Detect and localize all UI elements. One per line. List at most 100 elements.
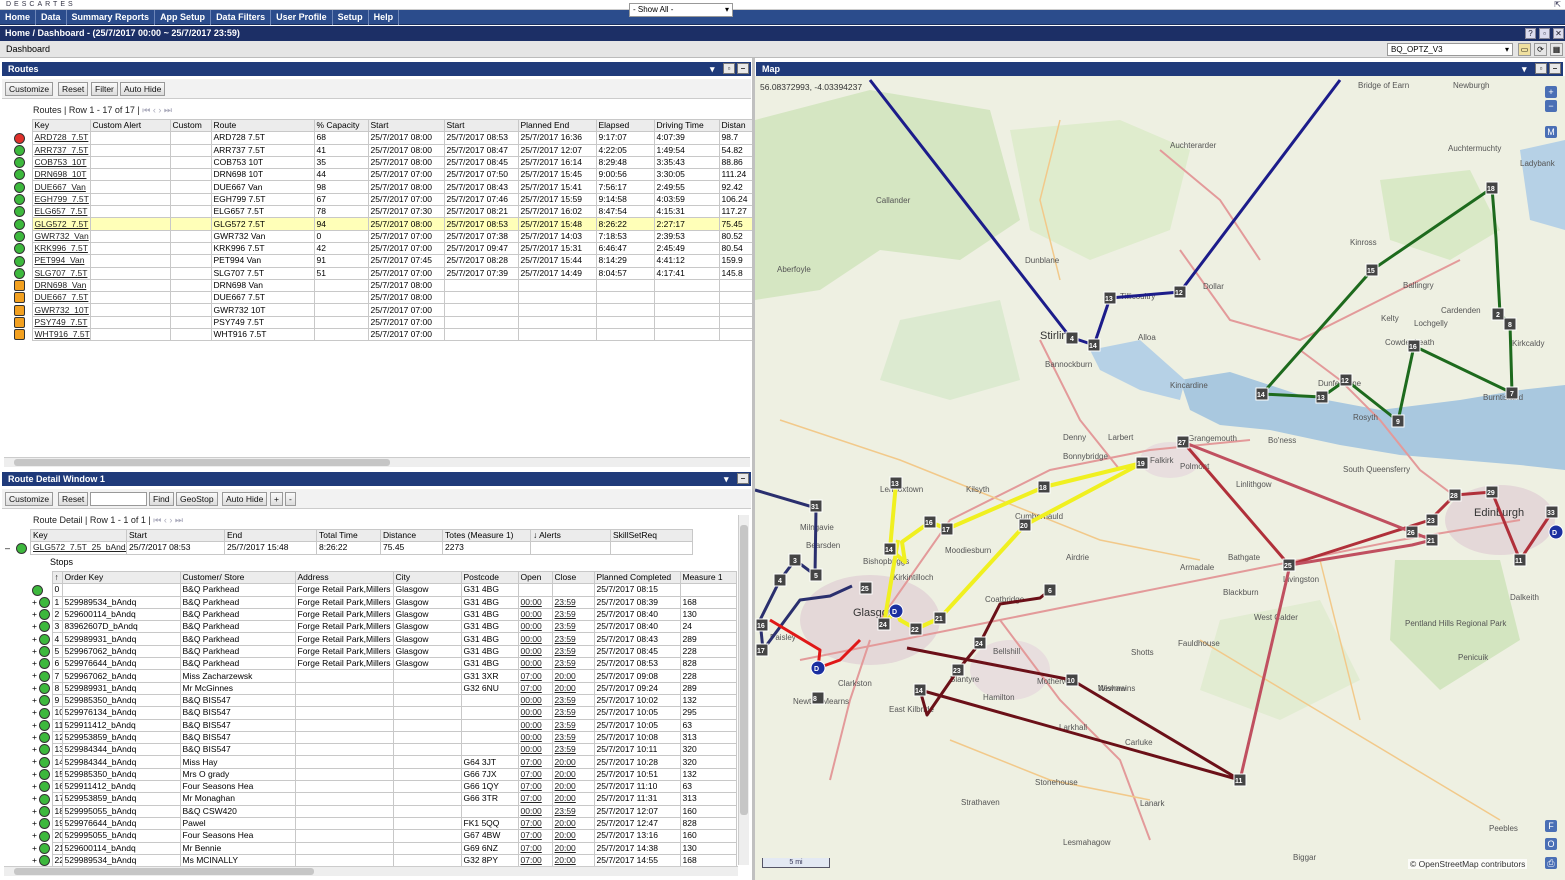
stop-row[interactable]: +2 529600114_bAndq B&Q Parkhead Forge Retai… [30,607,737,622]
detail-col-key[interactable]: Key [30,528,127,543]
panel-menu-icon[interactable]: ▾ [710,62,715,76]
expand-row-icon[interactable]: + [32,843,37,853]
cell-open[interactable]: 07:00 [517,829,553,843]
route-row[interactable]: ARR737_7.5T ARR737 7.5T 41 25/7/2017 08:00 2… [12,143,753,157]
route-row[interactable]: DUE667_7.5T DUE667 7.5T 25/7/2017 08:00 [12,291,753,305]
stops-col-open[interactable]: Open [517,570,553,585]
route-row[interactable]: DRN698_10T DRN698 10T 44 25/7/2017 07:00 25/… [12,168,753,182]
restore-icon[interactable]: ▫ [1539,28,1550,39]
stop-row[interactable]: +8 529989931_bAndq Mr McGinnes G32 6NU 07:00… [30,681,737,695]
cell-close[interactable]: 23:59 [551,632,595,646]
col-capacity[interactable]: % Capacity [313,118,369,133]
map-svg[interactable]: Bridge of Earn Newburgh Auchtermuchty La… [755,76,1565,880]
route-row[interactable]: EGH799_7.5T EGH799 7.5T 67 25/7/2017 07:00 2… [12,192,753,207]
cell-open[interactable]: 07:00 [517,853,553,868]
stop-row[interactable]: +12529953859_bAndqB&Q BIS547 00:0023:5925… [30,730,737,745]
expand-row-icon[interactable]: + [32,756,37,766]
profile-select[interactable]: BQ_OPTZ_V3 ▾ [1387,43,1513,56]
stops-col-close[interactable]: Close [551,570,595,585]
cell-open[interactable]: 00:00 [517,730,553,745]
stop-row[interactable]: +18529995055_bAndqB&Q CSW420 00:0023:5925… [30,804,737,818]
route-row[interactable]: SLG707_7.5T SLG707 7.5T 51 25/7/2017 07:00 2… [12,266,753,280]
cell-close[interactable]: 20:00 [551,755,595,769]
col-planned-end[interactable]: Planned End [517,118,597,133]
cell-open[interactable]: 07:00 [517,767,553,782]
expand-row-icon[interactable]: + [32,658,37,668]
stop-row[interactable]: +10529976134_bAndqB&Q BIS547 00:0023:5925… [30,706,737,720]
cell-route-key[interactable]: DUE667_Van [31,180,91,194]
detail-hscrollbar[interactable] [4,866,738,876]
folder-icon[interactable]: ▭ [1518,43,1531,56]
fullscreen-icon[interactable]: F [1545,820,1557,832]
stop-row[interactable]: +9 529985350_bAndq B&Q BIS547 00:00 23:59 25/… [30,693,737,708]
menu-help[interactable]: Help [369,10,400,25]
cell-close[interactable]: 20:00 [551,681,595,695]
panel-minimize-icon[interactable]: – [1549,63,1561,74]
collapse-button[interactable]: - [285,492,296,506]
cell-route-key[interactable]: ELG657_7.5T [31,205,91,219]
route-row[interactable]: ARD728_7.5T ARD728 7.5T 68 25/7/2017 08:00 2… [12,131,753,145]
route-row[interactable]: WHT916_7.5T WHT916 7.5T 25/7/2017 07:00 [12,328,753,342]
cell-close[interactable]: 20:00 [551,841,595,855]
cell-route-key[interactable]: PSY749_7.5T [31,315,91,330]
cell-open[interactable] [517,583,553,597]
scroll-thumb[interactable] [14,459,390,466]
collapse-tree-icon[interactable]: – [5,543,10,553]
route-row[interactable]: KRK996_7.5T KRK996 7.5T 42 25/7/2017 07:00 2… [12,241,753,256]
cell-close[interactable]: 20:00 [551,829,595,843]
panel-restore-icon[interactable]: ▫ [723,63,735,74]
detail-customize-button[interactable]: Customize [5,492,54,506]
map-layer-icon[interactable]: M [1545,126,1557,138]
col-start[interactable]: Start [367,118,445,133]
cell-route-key[interactable]: DRN698_Van [31,278,91,293]
stop-row[interactable]: +1 529989534_bAndq B&Q Parkhead Forge Retai… [30,595,737,609]
menu-setup[interactable]: Setup [333,10,369,25]
cell-open[interactable]: 00:00 [517,706,553,720]
zoom-in-icon[interactable]: + [1545,86,1557,98]
find-button[interactable]: Find [149,492,174,506]
col-key[interactable]: Key [31,118,91,133]
col-custom[interactable]: Custom [169,118,212,133]
cell-close[interactable] [551,583,595,597]
stop-row[interactable]: +16529911412_bAndqFour Seasons Hea G66 1Q… [30,780,737,794]
stops-col-postcode[interactable]: Postcode [460,570,519,585]
cell-route-key[interactable]: KRK996_7.5T [31,241,91,256]
detail-row[interactable]: GLG572_7.5T_25_bAndq 25/7/2017 08:53 25/… [30,541,693,555]
col-custom-alert[interactable]: Custom Alert [89,118,171,133]
help-icon[interactable]: ? [1525,28,1536,39]
cell-close[interactable]: 20:00 [551,792,595,806]
refresh-icon[interactable]: ⟳ [1534,43,1547,56]
cell-close[interactable]: 23:59 [551,620,595,634]
panel-minimize-icon[interactable]: – [737,473,749,484]
cell-route-key[interactable]: ARD728_7.5T [31,131,91,145]
routes-hscrollbar[interactable] [4,457,750,467]
stops-col-measure[interactable]: Measure 1 [679,570,737,585]
expand-row-icon[interactable]: + [32,683,37,693]
scroll-thumb[interactable] [740,525,748,815]
menu-data-filters[interactable]: Data Filters [211,10,272,25]
cell-close[interactable]: 20:00 [551,767,595,782]
cell-route-key[interactable]: SLG707_7.5T [31,266,91,280]
cell-open[interactable]: 00:00 [517,804,553,818]
route-row[interactable]: COB753_10T COB753 10T 35 25/7/2017 08:00 25/… [12,155,753,170]
stop-row[interactable]: +22529989534_bAndqMs MCINALLY G32 8PY07:0… [30,853,737,868]
cell-route-key[interactable]: GWR732_10T [31,303,91,317]
find-input[interactable] [90,492,147,506]
stop-row[interactable]: +3 83962607D_bAndq B&Q Parkhead Forge Retai… [30,620,737,634]
menu-app-setup[interactable]: App Setup [155,10,212,25]
expand-button[interactable]: + [270,492,283,506]
panel-menu-icon[interactable]: ▾ [724,472,729,486]
cell-close[interactable]: 23:59 [551,644,595,659]
expand-row-icon[interactable]: + [32,707,37,717]
stop-row[interactable]: +19529976644_bAndqPawel FK1 5QQ07:0020:00… [30,816,737,831]
print-icon[interactable]: ⎙ [1545,857,1557,869]
cell-open[interactable]: 00:00 [517,718,553,732]
stop-row[interactable]: +14529984344_bAndqMiss Hay G64 3JT07:0020… [30,755,737,769]
stop-row[interactable]: +21529600114_bAndqMr BennieG69 6NZ07:002… [30,841,737,855]
stop-row[interactable]: +15529985350_bAndqMrs O grady G66 7JX07:0… [30,767,737,782]
detail-col-totes[interactable]: Totes (Measure 1) [442,528,531,543]
cell-close[interactable]: 20:00 [551,853,595,868]
stops-col-city[interactable]: City [392,570,462,585]
col-distance[interactable]: Distan [718,118,753,133]
panel-minimize-icon[interactable]: – [737,63,749,74]
